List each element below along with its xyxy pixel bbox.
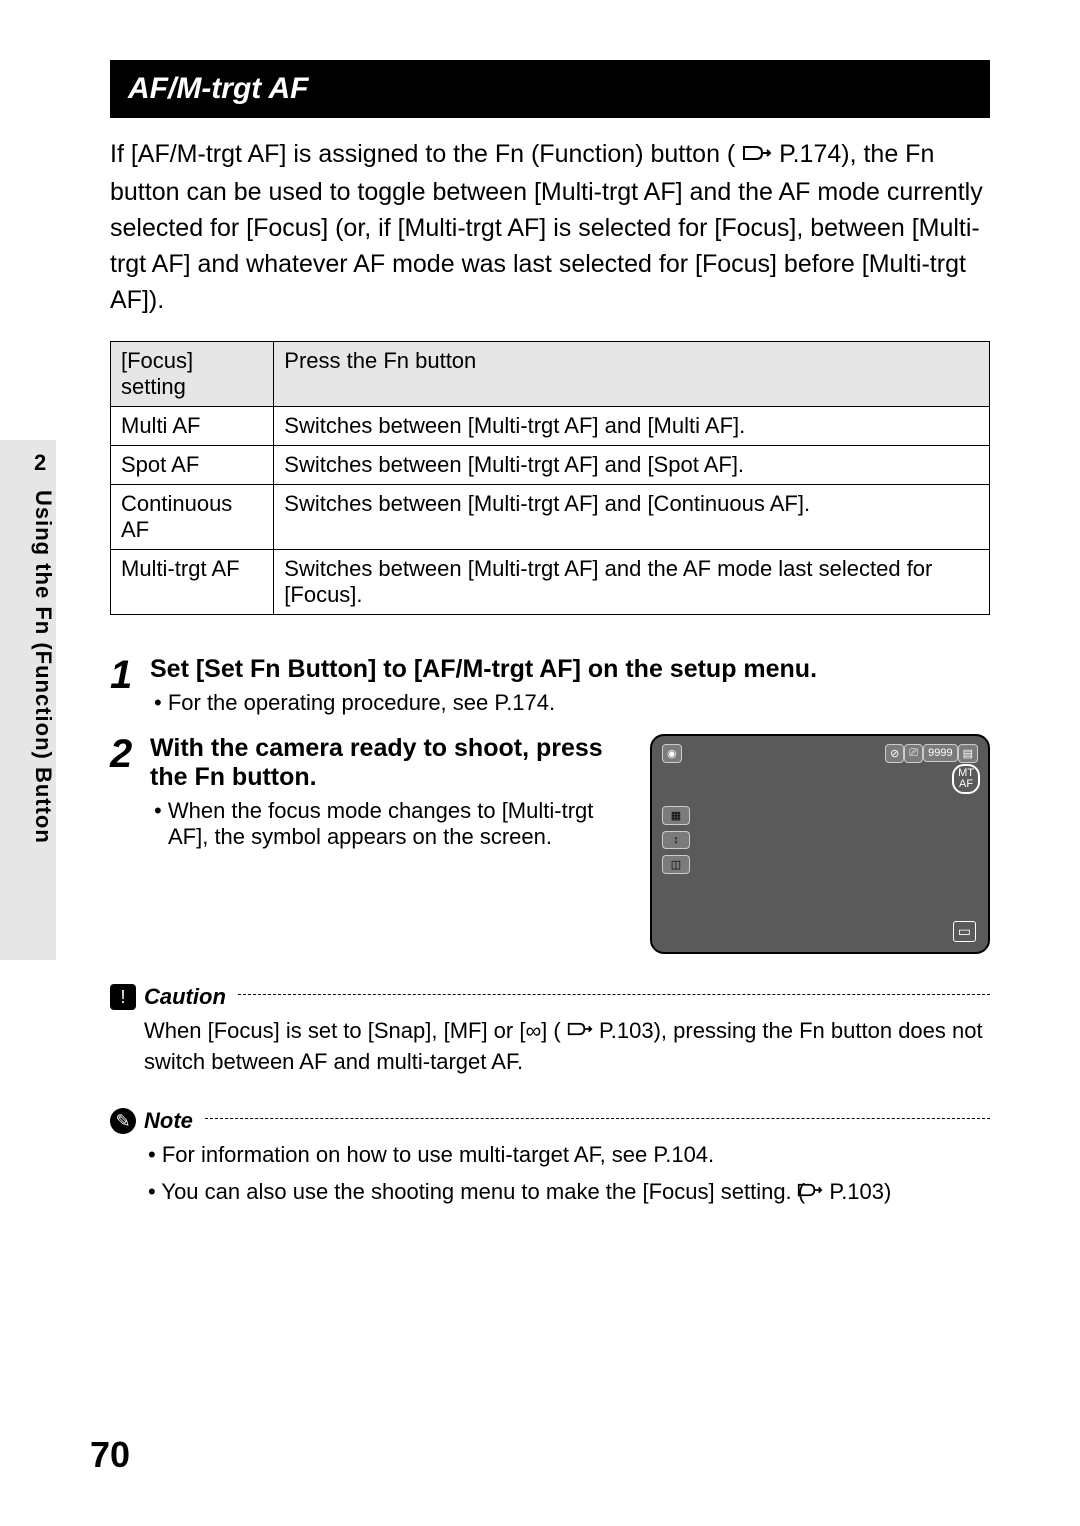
table-cell: Continuous AF xyxy=(111,484,274,549)
divider-dashes xyxy=(238,994,990,995)
camera-top-row: ◉ ⊘ ⎚ 9999 ▤ xyxy=(662,744,978,763)
table-row: Multi AF Switches between [Multi-trgt AF… xyxy=(111,406,990,445)
battery-icon: ▭ xyxy=(953,921,976,942)
note-text: For information on how to use multi-targ… xyxy=(144,1140,990,1208)
caution-ref: P.103 xyxy=(599,1018,654,1043)
table-header: [Focus] setting xyxy=(111,341,274,406)
note-icon: ✎ xyxy=(110,1108,136,1134)
note-bullet: For information on how to use multi-targ… xyxy=(144,1140,990,1171)
steps-list: 1 Set [Set Fn Button] to [AF/M-trgt AF] … xyxy=(110,655,990,954)
step-1: 1 Set [Set Fn Button] to [AF/M-trgt AF] … xyxy=(110,655,990,716)
table-cell: Switches between [Multi-trgt AF] and the… xyxy=(274,549,990,614)
camera-left-icons: ▦ ↕ ◫ xyxy=(662,806,690,874)
arrow-icon: ↕ xyxy=(662,831,690,849)
step-body: With the camera ready to shoot, press th… xyxy=(150,734,990,954)
reference-icon xyxy=(567,1016,593,1047)
wb-icon: ▦ xyxy=(662,806,690,825)
table-row: Continuous AF Switches between [Multi-tr… xyxy=(111,484,990,549)
focus-table: [Focus] setting Press the Fn button Mult… xyxy=(110,341,990,615)
note-bullet-2a: You can also use the shooting menu to ma… xyxy=(161,1179,805,1204)
camera-lcd-illustration: ◉ ⊘ ⎚ 9999 ▤ MT AF ▦ ↕ ◫ ▭ xyxy=(650,734,990,954)
intro-text-1: If [AF/M-trgt AF] is assigned to the Fn … xyxy=(110,140,735,168)
note-block: ✎ Note For information on how to use mul… xyxy=(110,1108,990,1208)
page-number: 70 xyxy=(90,1434,130,1476)
caution-text: When [Focus] is set to [Snap], [MF] or [… xyxy=(144,1016,990,1078)
step-2: 2 With the camera ready to shoot, press … xyxy=(110,734,990,954)
table-cell: Multi-trgt AF xyxy=(111,549,274,614)
reference-icon xyxy=(742,137,772,173)
mode-icon: ◉ xyxy=(662,744,682,763)
step-number: 1 xyxy=(110,655,150,695)
step-number: 2 xyxy=(110,734,150,774)
table-cell: Multi AF xyxy=(111,406,274,445)
page-content: AF/M-trgt AF If [AF/M-trgt AF] is assign… xyxy=(0,0,1080,1526)
note-label: Note xyxy=(144,1108,193,1134)
step-body: Set [Set Fn Button] to [AF/M-trgt AF] on… xyxy=(150,655,990,716)
table-cell: Switches between [Multi-trgt AF] and [Sp… xyxy=(274,445,990,484)
table-row: Spot AF Switches between [Multi-trgt AF]… xyxy=(111,445,990,484)
step-bullet: For the operating procedure, see P.174. xyxy=(150,690,990,716)
intro-ref: P.174 xyxy=(779,140,841,168)
camera-icon: ⎚ xyxy=(904,744,923,763)
step-title: With the camera ready to shoot, press th… xyxy=(150,734,630,792)
table-cell: Spot AF xyxy=(111,445,274,484)
note-bullet-2-ref: P.103 xyxy=(829,1179,884,1204)
caution-text-1: When [Focus] is set to [Snap], [MF] or [… xyxy=(144,1018,561,1043)
table-header: Press the Fn button xyxy=(274,341,990,406)
table-cell: Switches between [Multi-trgt AF] and [Co… xyxy=(274,484,990,549)
reference-icon xyxy=(811,1177,823,1208)
card-icon: ▤ xyxy=(958,744,978,763)
shot-count: 9999 xyxy=(923,744,957,762)
divider-dashes xyxy=(205,1118,990,1119)
table-row: Multi-trgt AF Switches between [Multi-tr… xyxy=(111,549,990,614)
mt-af-symbol: MT AF xyxy=(952,764,980,794)
iso-icon: ◫ xyxy=(662,855,690,874)
caution-icon: ! xyxy=(110,984,136,1010)
note-bullet: You can also use the shooting menu to ma… xyxy=(144,1177,990,1209)
table-header-row: [Focus] setting Press the Fn button xyxy=(111,341,990,406)
table-cell: Switches between [Multi-trgt AF] and [Mu… xyxy=(274,406,990,445)
note-bullet-2b: ) xyxy=(884,1179,891,1204)
step-title: Set [Set Fn Button] to [AF/M-trgt AF] on… xyxy=(150,655,990,684)
flash-icon: ⊘ xyxy=(885,744,904,763)
step-bullet: When the focus mode changes to [Multi-tr… xyxy=(150,798,630,850)
caution-block: ! Caution When [Focus] is set to [Snap],… xyxy=(110,984,990,1078)
intro-paragraph: If [AF/M-trgt AF] is assigned to the Fn … xyxy=(110,136,990,319)
caution-label: Caution xyxy=(144,984,226,1010)
section-title: AF/M-trgt AF xyxy=(110,60,990,118)
